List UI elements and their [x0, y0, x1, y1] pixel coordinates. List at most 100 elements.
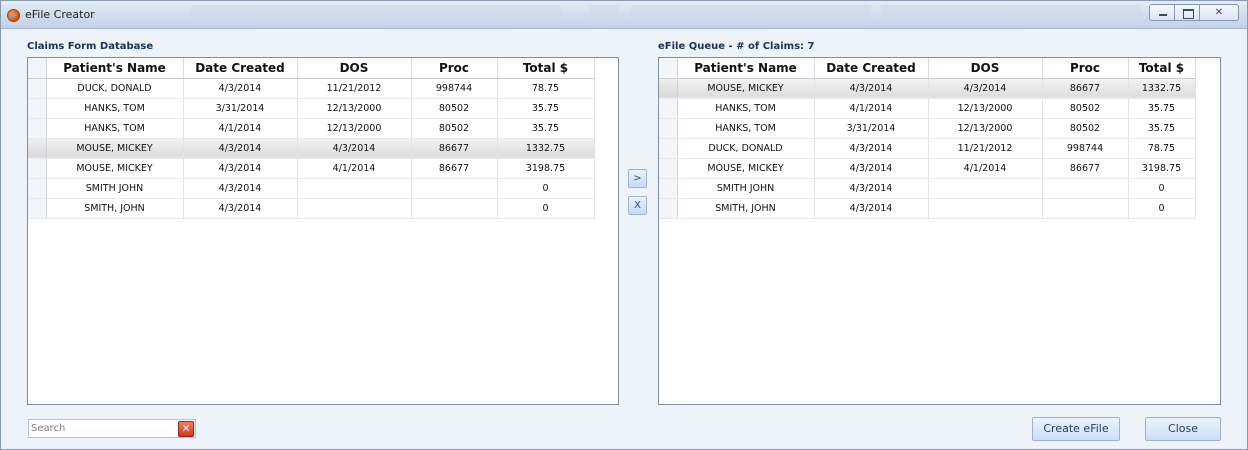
- row-header[interactable]: [659, 158, 678, 179]
- cell-patient-name: HANKS, TOM: [46, 118, 184, 139]
- cell-patient-name: HANKS, TOM: [46, 98, 184, 119]
- cell-date-created: 4/3/2014: [183, 158, 298, 179]
- row-header[interactable]: [28, 158, 47, 179]
- row-header[interactable]: [659, 118, 678, 139]
- add-to-queue-button[interactable]: >: [628, 169, 647, 188]
- cell-dos: 12/13/2000: [928, 98, 1043, 119]
- obscured-background-strip: [631, 5, 871, 23]
- cell-patient-name: SMITH JOHN: [46, 178, 184, 199]
- table-row[interactable]: MOUSE, MICKEY 4/3/2014 4/3/2014 86677 1332.7…: [659, 78, 1196, 99]
- clear-x-icon[interactable]: ✕: [178, 421, 194, 437]
- cell-dos: 4/1/2014: [297, 158, 412, 179]
- column-header-total[interactable]: Total $: [497, 58, 595, 79]
- cell-total: 35.75: [497, 98, 595, 119]
- table-row[interactable]: HANKS, TOM 4/1/2014 12/13/2000 80502 35.75: [28, 118, 595, 139]
- cell-proc: 86677: [1042, 78, 1129, 99]
- cell-dos: [297, 198, 412, 219]
- table-row[interactable]: SMITH JOHN 4/3/2014 0: [659, 178, 1196, 199]
- efile-queue-grid[interactable]: Patient's Name Date Created DOS Proc Tot…: [658, 57, 1221, 405]
- grid-header-row: Patient's Name Date Created DOS Proc Tot…: [659, 58, 1196, 79]
- cell-proc: 86677: [411, 158, 498, 179]
- column-header-dos[interactable]: DOS: [928, 58, 1043, 79]
- cell-date-created: 3/31/2014: [814, 118, 929, 139]
- close-window-icon[interactable]: [1199, 4, 1239, 21]
- cell-proc: [411, 178, 498, 199]
- cell-patient-name: DUCK, DONALD: [677, 138, 815, 159]
- column-header-proc[interactable]: Proc: [411, 58, 498, 79]
- table-row[interactable]: HANKS, TOM 4/1/2014 12/13/2000 80502 35.75: [659, 98, 1196, 119]
- cell-total: 78.75: [1128, 138, 1196, 159]
- table-row[interactable]: MOUSE, MICKEY 4/3/2014 4/1/2014 86677 3198.7…: [28, 158, 595, 179]
- column-header-patient-name[interactable]: Patient's Name: [677, 58, 815, 79]
- row-header-corner: [659, 58, 678, 79]
- row-header[interactable]: [28, 178, 47, 199]
- close-button[interactable]: Close: [1145, 417, 1221, 441]
- window-title: eFile Creator: [25, 8, 95, 21]
- cell-proc: 80502: [1042, 98, 1129, 119]
- minimize-icon[interactable]: [1149, 4, 1175, 21]
- table-row[interactable]: HANKS, TOM 3/31/2014 12/13/2000 80502 35.75: [28, 98, 595, 119]
- cell-date-created: 4/3/2014: [814, 78, 929, 99]
- cell-total: 3198.75: [497, 158, 595, 179]
- cell-proc: [1042, 198, 1129, 219]
- column-header-dos[interactable]: DOS: [297, 58, 412, 79]
- claims-database-grid[interactable]: Patient's Name Date Created DOS Proc Tot…: [27, 57, 619, 405]
- table-row[interactable]: DUCK, DONALD 4/3/2014 11/21/2012 998744 78.7…: [28, 78, 595, 99]
- cell-proc: [1042, 178, 1129, 199]
- table-row[interactable]: SMITH JOHN 4/3/2014 0: [28, 178, 595, 199]
- column-header-date-created[interactable]: Date Created: [183, 58, 298, 79]
- table-row[interactable]: MOUSE, MICKEY 4/3/2014 4/3/2014 86677 1332.7…: [28, 138, 595, 159]
- cell-patient-name: MOUSE, MICKEY: [46, 158, 184, 179]
- cell-dos: 11/21/2012: [297, 78, 412, 99]
- cell-date-created: 4/3/2014: [814, 158, 929, 179]
- row-header[interactable]: [659, 78, 678, 99]
- cell-proc: 998744: [1042, 138, 1129, 159]
- row-header[interactable]: [659, 198, 678, 219]
- column-header-proc[interactable]: Proc: [1042, 58, 1129, 79]
- claims-form-database-title: Claims Form Database: [27, 41, 154, 52]
- table-row[interactable]: DUCK, DONALD 4/3/2014 11/21/2012 998744 78.7…: [659, 138, 1196, 159]
- row-header[interactable]: [28, 198, 47, 219]
- column-header-date-created[interactable]: Date Created: [814, 58, 929, 79]
- cell-patient-name: MOUSE, MICKEY: [677, 158, 815, 179]
- table-row[interactable]: SMITH, JOHN 4/3/2014 0: [659, 198, 1196, 219]
- cell-date-created: 4/3/2014: [183, 78, 298, 99]
- table-row[interactable]: MOUSE, MICKEY 4/3/2014 4/1/2014 86677 3198.7…: [659, 158, 1196, 179]
- cell-date-created: 3/31/2014: [183, 98, 298, 119]
- cell-patient-name: MOUSE, MICKEY: [46, 138, 184, 159]
- cell-date-created: 4/1/2014: [814, 98, 929, 119]
- maximize-icon[interactable]: [1174, 4, 1200, 21]
- cell-patient-name: HANKS, TOM: [677, 118, 815, 139]
- cell-total: 0: [497, 178, 595, 199]
- search-input[interactable]: [31, 421, 171, 436]
- cell-dos: 11/21/2012: [928, 138, 1043, 159]
- table-row[interactable]: HANKS, TOM 3/31/2014 12/13/2000 80502 35.75: [659, 118, 1196, 139]
- row-header[interactable]: [659, 178, 678, 199]
- cell-dos: 4/1/2014: [928, 158, 1043, 179]
- row-header[interactable]: [28, 98, 47, 119]
- cell-dos: [928, 178, 1043, 199]
- cell-total: 3198.75: [1128, 158, 1196, 179]
- obscured-background-strip: [191, 5, 561, 23]
- efile-creator-window: eFile Creator Claims Form Database Patie…: [0, 0, 1248, 450]
- remove-from-queue-button[interactable]: X: [628, 196, 647, 215]
- row-header[interactable]: [28, 118, 47, 139]
- row-header[interactable]: [659, 98, 678, 119]
- cell-total: 35.75: [497, 118, 595, 139]
- cell-proc: 80502: [411, 98, 498, 119]
- column-header-total[interactable]: Total $: [1128, 58, 1196, 79]
- cell-dos: 12/13/2000: [297, 98, 412, 119]
- window-controls: [1149, 4, 1239, 22]
- cell-dos: 4/3/2014: [928, 78, 1043, 99]
- row-header[interactable]: [659, 138, 678, 159]
- efile-queue-title: eFile Queue - # of Claims: 7: [658, 41, 815, 52]
- column-header-patient-name[interactable]: Patient's Name: [46, 58, 184, 79]
- cell-date-created: 4/3/2014: [814, 138, 929, 159]
- row-header[interactable]: [28, 78, 47, 99]
- table-row[interactable]: SMITH, JOHN 4/3/2014 0: [28, 198, 595, 219]
- title-bar[interactable]: eFile Creator: [1, 1, 1247, 29]
- obscured-background-strip: [881, 5, 1141, 23]
- create-efile-button[interactable]: Create eFile: [1032, 417, 1120, 441]
- cell-total: 0: [1128, 198, 1196, 219]
- row-header[interactable]: [28, 138, 47, 159]
